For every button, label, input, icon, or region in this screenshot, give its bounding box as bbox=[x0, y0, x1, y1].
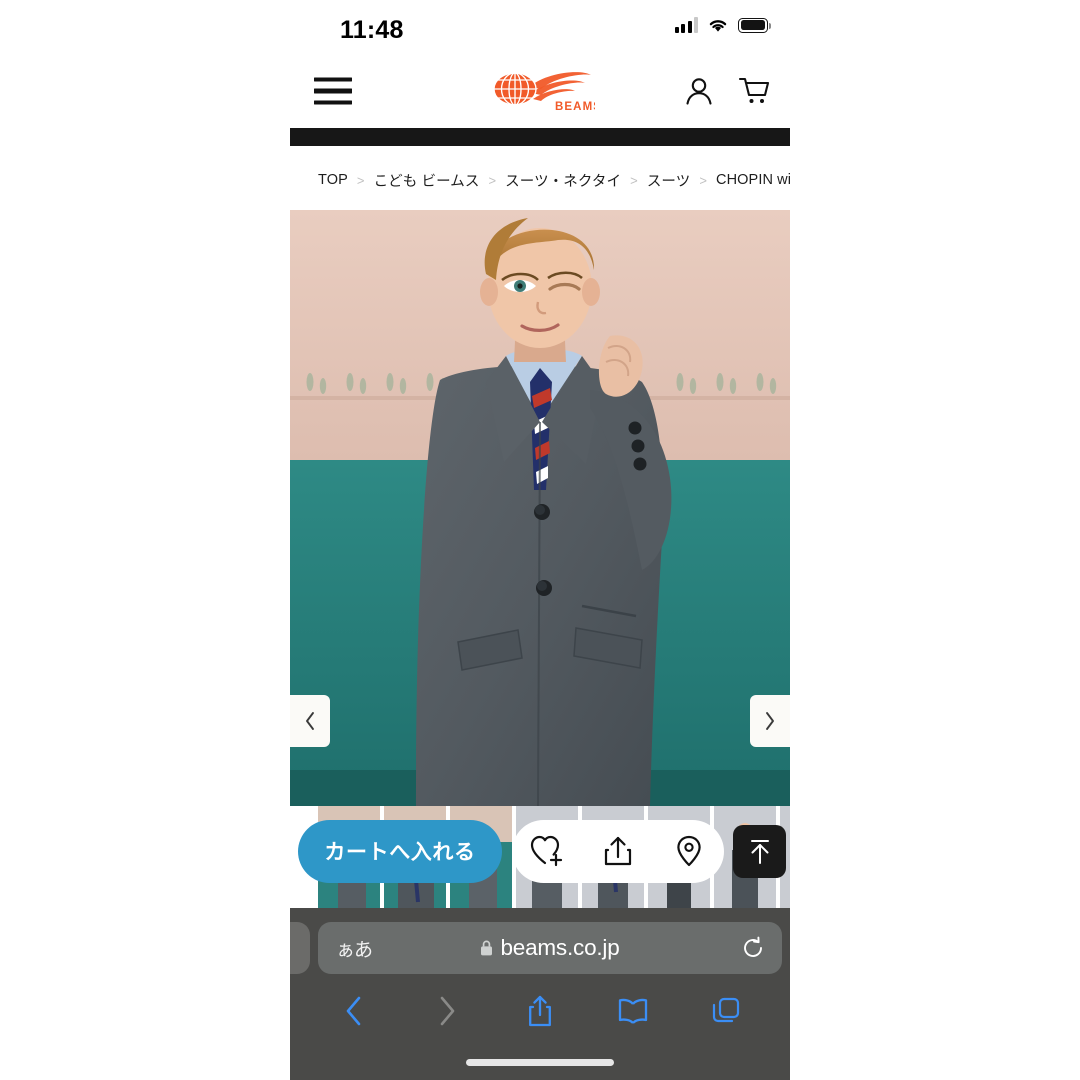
safari-browser-chrome: ぁあ beams.co.jp bbox=[290, 908, 790, 1080]
product-photo-illustration bbox=[290, 210, 790, 806]
screenshot-stage: 11:48 BEAM TOP > こども ビームス > スーツ・ネクタイ > ス… bbox=[0, 0, 1080, 1080]
secondary-actions-pill bbox=[512, 819, 724, 883]
shopping-cart-icon[interactable] bbox=[738, 76, 770, 106]
address-bar-center: beams.co.jp bbox=[318, 935, 782, 961]
ios-status-bar: 11:48 bbox=[290, 0, 790, 56]
breadcrumb-item-kodomo-beams[interactable]: こども ビームス bbox=[374, 170, 480, 191]
forward-button[interactable] bbox=[424, 988, 470, 1034]
breadcrumb-item-top[interactable]: TOP bbox=[318, 172, 348, 188]
gallery-prev-button[interactable] bbox=[290, 695, 330, 747]
breadcrumb-separator: > bbox=[488, 172, 497, 188]
gallery-next-button[interactable] bbox=[750, 695, 790, 747]
location-pin-icon bbox=[676, 835, 701, 867]
share-upload-icon bbox=[604, 836, 632, 866]
header-actions bbox=[684, 76, 770, 106]
breadcrumb-separator: > bbox=[630, 172, 638, 188]
product-action-bar: カートへ入れる bbox=[290, 818, 790, 884]
site-header: BEAMS bbox=[290, 56, 790, 126]
tabs-button[interactable] bbox=[703, 988, 749, 1034]
product-main-image[interactable] bbox=[290, 210, 790, 806]
previous-tab-peek[interactable] bbox=[290, 922, 310, 974]
battery-full-icon bbox=[738, 17, 772, 33]
back-button[interactable] bbox=[331, 988, 377, 1034]
chevron-right-icon bbox=[766, 712, 774, 730]
address-bar[interactable]: ぁあ beams.co.jp bbox=[318, 922, 782, 974]
tabs-icon bbox=[712, 997, 739, 1023]
add-to-favorites-button[interactable] bbox=[523, 827, 571, 875]
breadcrumb-separator: > bbox=[699, 172, 708, 188]
breadcrumb: TOP > こども ビームス > スーツ・ネクタイ > スーツ > CHOPIN… bbox=[290, 160, 790, 200]
share-icon bbox=[529, 995, 551, 1027]
person-icon[interactable] bbox=[684, 76, 714, 106]
chevron-left-icon bbox=[347, 996, 361, 1026]
safari-address-row: ぁあ beams.co.jp bbox=[290, 920, 790, 976]
chevron-right-icon bbox=[440, 996, 455, 1026]
phone-viewport: 11:48 BEAM TOP > こども ビームス > スーツ・ネクタイ > ス… bbox=[290, 0, 790, 1080]
heart-plus-icon bbox=[531, 835, 563, 867]
status-bar-clock: 11:48 bbox=[340, 16, 404, 44]
cellular-bars-icon bbox=[674, 17, 698, 33]
scroll-to-top-button[interactable] bbox=[733, 824, 786, 878]
book-icon bbox=[618, 998, 647, 1024]
safari-share-button[interactable] bbox=[517, 988, 563, 1034]
breadcrumb-item-suits[interactable]: スーツ bbox=[647, 170, 691, 191]
breadcrumb-item-suits-ties[interactable]: スーツ・ネクタイ bbox=[505, 170, 621, 191]
address-bar-url: beams.co.jp bbox=[500, 935, 620, 960]
beams-globe-logo-icon[interactable]: BEAMS bbox=[485, 63, 595, 119]
bookmarks-button[interactable] bbox=[610, 988, 656, 1034]
home-indicator bbox=[466, 1059, 614, 1066]
add-to-cart-button[interactable]: カートへ入れる bbox=[298, 819, 502, 883]
breadcrumb-item-product[interactable]: CHOPIN with K⋯ bbox=[716, 172, 790, 188]
chevron-left-icon bbox=[306, 712, 314, 730]
arrow-up-to-line-icon bbox=[750, 840, 769, 864]
logo-wordmark: BEAMS bbox=[555, 101, 595, 113]
hamburger-menu-icon[interactable] bbox=[314, 77, 352, 105]
lock-icon bbox=[481, 940, 493, 956]
breadcrumb-separator: > bbox=[356, 172, 365, 188]
wifi-icon bbox=[709, 20, 727, 32]
safari-toolbar bbox=[290, 982, 790, 1040]
text-size-button[interactable]: ぁあ bbox=[336, 935, 373, 962]
reload-icon[interactable] bbox=[742, 936, 764, 960]
header-divider-bar bbox=[290, 128, 790, 146]
share-button[interactable] bbox=[594, 827, 642, 875]
status-bar-indicators bbox=[674, 17, 772, 33]
store-locator-button[interactable] bbox=[665, 827, 713, 875]
